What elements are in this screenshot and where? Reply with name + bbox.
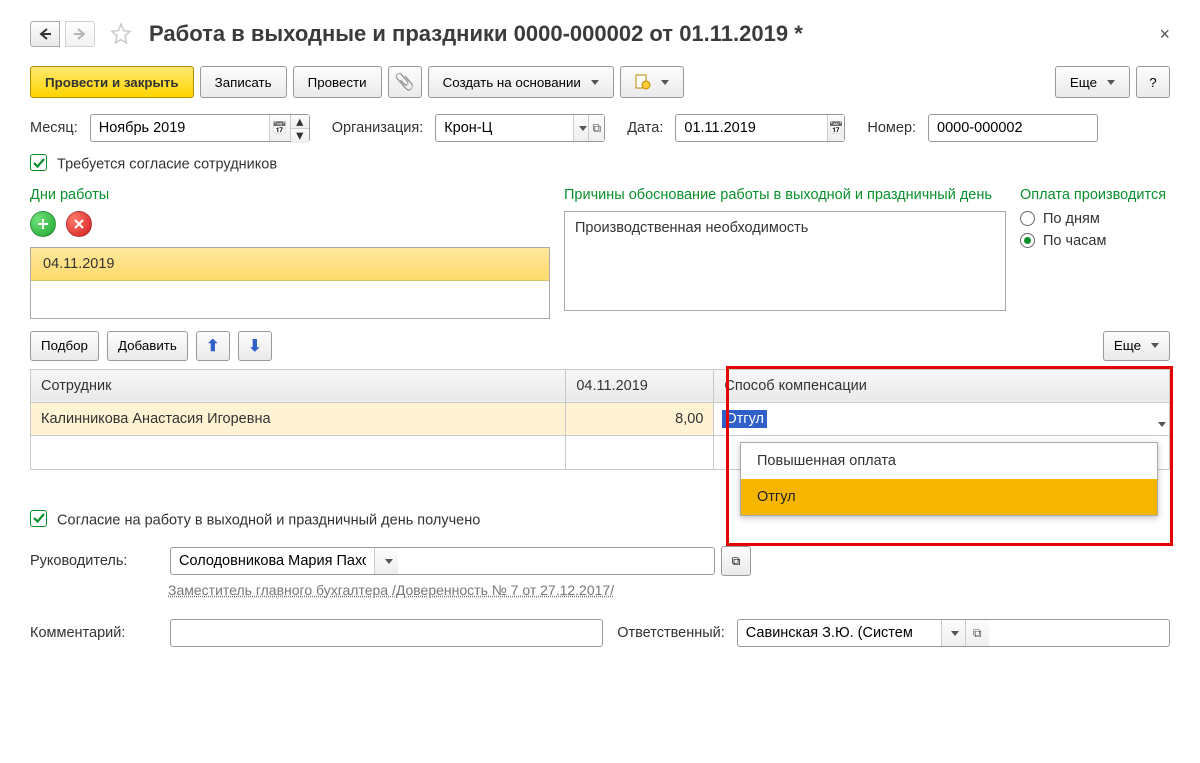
month-field[interactable]: ▴▾	[90, 114, 310, 142]
number-field[interactable]	[928, 114, 1098, 142]
plus-icon	[37, 218, 49, 230]
month-label: Месяц:	[30, 120, 78, 136]
submit-button[interactable]: Провести	[293, 66, 382, 98]
favorite-star-icon[interactable]	[107, 20, 135, 48]
consent-required-label: Требуется согласие сотрудников	[57, 157, 277, 173]
manager-field[interactable]	[170, 547, 715, 575]
attach-button[interactable]	[388, 66, 422, 98]
doc-action-button[interactable]	[620, 66, 684, 98]
manager-note-link[interactable]: Заместитель главного бухгалтера /Доверен…	[168, 582, 614, 598]
compensation-dropdown[interactable]: Повышенная оплата Отгул	[740, 442, 1158, 516]
cross-icon	[73, 218, 85, 230]
work-day-item[interactable]: 04.11.2019	[31, 248, 549, 281]
work-days-list[interactable]: 04.11.2019	[30, 247, 550, 319]
consent-received-label: Согласие на работу в выходной и празднич…	[57, 512, 480, 528]
table-more-button[interactable]: Еще	[1103, 331, 1170, 361]
arrow-left-icon	[38, 28, 52, 40]
chevron-down-icon	[591, 80, 599, 85]
pick-button[interactable]: Подбор	[30, 331, 99, 361]
comment-label: Комментарий:	[30, 625, 158, 641]
date-input[interactable]	[676, 115, 826, 141]
open-icon[interactable]	[588, 115, 604, 141]
arrow-up-icon: ⬆	[206, 336, 219, 356]
consent-required-row[interactable]: Требуется согласие сотрудников	[30, 154, 1170, 173]
dropdown-icon[interactable]	[374, 548, 398, 574]
dropdown-icon[interactable]	[941, 620, 965, 646]
manager-input[interactable]	[171, 548, 374, 574]
comment-field[interactable]	[170, 619, 603, 647]
month-input[interactable]	[91, 115, 269, 141]
add-row-button[interactable]: Добавить	[107, 331, 188, 361]
add-day-button[interactable]	[30, 211, 56, 237]
save-button[interactable]: Записать	[200, 66, 287, 98]
date-label: Дата:	[627, 120, 663, 136]
cell-dropdown-button[interactable]	[1154, 409, 1166, 441]
reason-textarea[interactable]: Производственная необходимость	[564, 211, 1006, 311]
open-icon	[732, 553, 741, 569]
cell-compensation[interactable]: Отгул	[714, 402, 1170, 435]
org-label: Организация:	[332, 120, 423, 136]
col-compensation[interactable]: Способ компенсации	[714, 369, 1170, 402]
arrow-right-icon	[73, 28, 87, 40]
chevron-down-icon	[1158, 422, 1166, 427]
calendar-icon[interactable]	[269, 115, 290, 141]
open-icon[interactable]	[965, 620, 989, 646]
paperclip-icon	[395, 72, 415, 92]
checkbox-checked-icon[interactable]	[30, 154, 47, 171]
work-days-title: Дни работы	[30, 187, 550, 203]
manager-open-button[interactable]	[721, 546, 751, 576]
col-employee[interactable]: Сотрудник	[31, 369, 566, 402]
nav-back-button[interactable]	[30, 21, 60, 47]
dropdown-icon[interactable]	[573, 115, 589, 141]
dropdown-option-dayoff[interactable]: Отгул	[741, 479, 1157, 515]
checkbox-checked-icon[interactable]	[30, 510, 47, 527]
manager-label: Руководитель:	[30, 553, 158, 569]
chevron-down-icon	[1107, 80, 1115, 85]
table-row[interactable]: Калинникова Анастасия Игоревна 8,00 Отгу…	[31, 402, 1170, 435]
radio-checked-icon	[1020, 233, 1035, 248]
col-date[interactable]: 04.11.2019	[566, 369, 714, 402]
radio-unchecked-icon	[1020, 211, 1035, 226]
create-from-button[interactable]: Создать на основании	[428, 66, 614, 98]
document-gear-icon	[635, 74, 651, 90]
comment-input[interactable]	[171, 620, 374, 646]
responsible-input[interactable]	[738, 620, 941, 646]
dropdown-option-increased-pay[interactable]: Повышенная оплата	[741, 443, 1157, 479]
move-up-button[interactable]: ⬆	[196, 331, 230, 361]
submit-close-button[interactable]: Провести и закрыть	[30, 66, 194, 98]
page-title: Работа в выходные и праздники 0000-00000…	[149, 21, 803, 47]
compensation-value: Отгул	[722, 410, 767, 428]
month-spinner[interactable]: ▴▾	[290, 115, 309, 141]
chevron-down-icon	[661, 80, 669, 85]
number-input[interactable]	[929, 115, 1097, 141]
org-input[interactable]	[436, 115, 572, 141]
close-icon[interactable]: ×	[1159, 24, 1170, 45]
help-button[interactable]: ?	[1136, 66, 1170, 98]
payment-by-days-radio[interactable]: По дням	[1020, 211, 1170, 227]
number-label: Номер:	[867, 120, 916, 136]
payment-title: Оплата производится	[1020, 187, 1170, 203]
responsible-field[interactable]	[737, 619, 1170, 647]
date-field[interactable]	[675, 114, 845, 142]
cell-hours[interactable]: 8,00	[566, 402, 714, 435]
payment-by-hours-radio[interactable]: По часам	[1020, 233, 1170, 249]
org-field[interactable]	[435, 114, 605, 142]
arrow-down-icon: ⬇	[248, 336, 261, 356]
move-down-button[interactable]: ⬇	[238, 331, 272, 361]
chevron-down-icon	[1151, 343, 1159, 348]
calendar-icon[interactable]	[827, 115, 845, 141]
more-button[interactable]: Еще	[1055, 66, 1130, 98]
cell-employee[interactable]: Калинникова Анастасия Игоревна	[31, 402, 566, 435]
remove-day-button[interactable]	[66, 211, 92, 237]
responsible-label: Ответственный:	[617, 625, 725, 641]
nav-forward-button[interactable]	[65, 21, 95, 47]
reason-title: Причины обоснование работы в выходной и …	[564, 187, 1006, 203]
